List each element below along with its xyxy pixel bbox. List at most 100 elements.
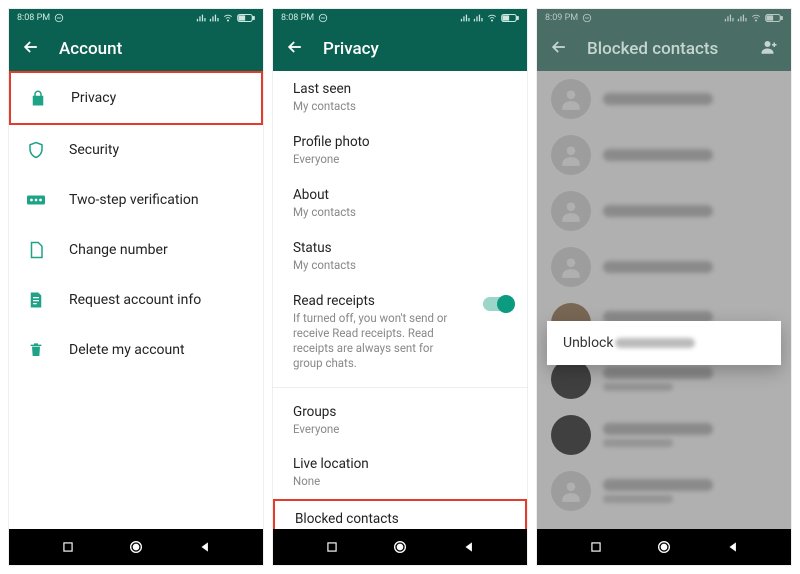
privacy-item-groups[interactable]: Groups Everyone [273, 394, 527, 447]
account-item-twostep[interactable]: Two-step verification [9, 175, 263, 225]
item-subtitle: Everyone [293, 422, 507, 437]
item-title: Blocked contacts [295, 511, 465, 527]
item-title: Status [293, 240, 507, 256]
account-item-privacy[interactable]: Privacy [9, 71, 263, 125]
dnd-icon [318, 13, 328, 23]
wifi-icon [222, 13, 234, 23]
android-nav-bar [273, 529, 527, 565]
document-icon [25, 289, 47, 311]
page-title: Account [59, 39, 251, 59]
app-bar: Blocked contacts [537, 27, 791, 71]
nav-home-button[interactable] [390, 537, 410, 557]
status-time: 8:08 PM [17, 13, 50, 23]
circle-icon [656, 539, 672, 555]
app-bar: Privacy [273, 27, 527, 71]
item-label: Security [69, 142, 119, 158]
shield-icon [25, 139, 47, 161]
wifi-icon [486, 13, 498, 23]
android-nav-bar [537, 529, 791, 565]
nav-recent-button[interactable] [586, 537, 606, 557]
wifi-icon [750, 13, 762, 23]
contact-name-inline [615, 338, 695, 348]
item-subtitle: None [293, 474, 507, 489]
item-subtitle: If turned off, you won't send or receive… [293, 311, 463, 371]
account-item-request-info[interactable]: Request account info [9, 275, 263, 325]
unblock-menu[interactable]: Unblock [547, 321, 781, 365]
triangle-left-icon [462, 540, 476, 554]
item-label: Change number [69, 242, 168, 258]
status-bar: 8:08 PM [9, 9, 263, 27]
battery-icon [501, 13, 519, 23]
item-subtitle: My contacts [293, 99, 507, 114]
item-label: Two-step verification [69, 192, 199, 208]
item-title: Groups [293, 404, 507, 420]
nav-back-button[interactable] [195, 537, 215, 557]
privacy-item-profile[interactable]: Profile photo Everyone [273, 124, 527, 177]
nav-home-button[interactable] [654, 537, 674, 557]
item-title: Profile photo [293, 134, 507, 150]
item-subtitle: My contacts [293, 205, 507, 220]
app-bar: Account [9, 27, 263, 71]
square-icon [325, 540, 339, 554]
account-item-change-number[interactable]: Change number [9, 225, 263, 275]
lock-icon [27, 87, 49, 109]
battery-icon [765, 13, 783, 23]
signal-icon [196, 13, 206, 23]
android-nav-bar [9, 529, 263, 565]
nav-recent-button[interactable] [322, 537, 342, 557]
account-item-security[interactable]: Security [9, 125, 263, 175]
dnd-icon [54, 13, 64, 23]
screen-account: 8:08 PM Account Privacy [8, 8, 264, 566]
back-button[interactable] [21, 37, 41, 61]
triangle-left-icon [198, 540, 212, 554]
privacy-item-status[interactable]: Status My contacts [273, 230, 527, 283]
back-button[interactable] [549, 37, 569, 61]
item-title: Read receipts [293, 293, 463, 309]
privacy-item-blocked[interactable]: Blocked contacts 9 [273, 499, 527, 529]
account-item-delete[interactable]: Delete my account [9, 325, 263, 375]
item-subtitle: My contacts [293, 258, 507, 273]
add-contact-button[interactable] [759, 38, 779, 60]
sim-icon [25, 239, 47, 261]
square-icon [61, 540, 75, 554]
trash-icon [25, 339, 47, 361]
privacy-item-about[interactable]: About My contacts [273, 177, 527, 230]
blocked-contacts-list: Unblock [537, 71, 791, 529]
pin-icon [25, 189, 47, 211]
arrow-left-icon [285, 37, 305, 57]
unblock-label: Unblock [563, 335, 613, 351]
modal-scrim[interactable] [537, 71, 791, 529]
square-icon [589, 540, 603, 554]
person-add-icon [759, 38, 779, 56]
page-title: Blocked contacts [587, 39, 759, 59]
privacy-item-read-receipts[interactable]: Read receipts If turned off, you won't s… [273, 283, 527, 381]
signal-icon [737, 13, 747, 23]
privacy-item-live-location[interactable]: Live location None [273, 446, 527, 499]
status-time: 8:09 PM [545, 13, 578, 23]
item-label: Delete my account [69, 342, 185, 358]
circle-icon [392, 539, 408, 555]
triangle-left-icon [726, 540, 740, 554]
signal-icon [460, 13, 470, 23]
item-label: Request account info [69, 292, 201, 308]
nav-home-button[interactable] [126, 537, 146, 557]
back-button[interactable] [285, 37, 305, 61]
screen-blocked-contacts: 8:09 PM Blocked contacts [536, 8, 792, 566]
page-title: Privacy [323, 39, 515, 59]
signal-icon [209, 13, 219, 23]
nav-back-button[interactable] [459, 537, 479, 557]
divider [273, 387, 527, 388]
read-receipts-switch[interactable] [483, 297, 513, 311]
privacy-list: Last seen My contacts Profile photo Ever… [273, 71, 527, 529]
nav-back-button[interactable] [723, 537, 743, 557]
item-label: Privacy [71, 90, 116, 106]
status-time: 8:08 PM [281, 13, 314, 23]
arrow-left-icon [21, 37, 41, 57]
battery-icon [237, 13, 255, 23]
account-list: Privacy Security Two-step verification C… [9, 71, 263, 529]
privacy-item-lastseen[interactable]: Last seen My contacts [273, 71, 527, 124]
nav-recent-button[interactable] [58, 537, 78, 557]
signal-icon [724, 13, 734, 23]
circle-icon [128, 539, 144, 555]
status-bar: 8:09 PM [537, 9, 791, 27]
